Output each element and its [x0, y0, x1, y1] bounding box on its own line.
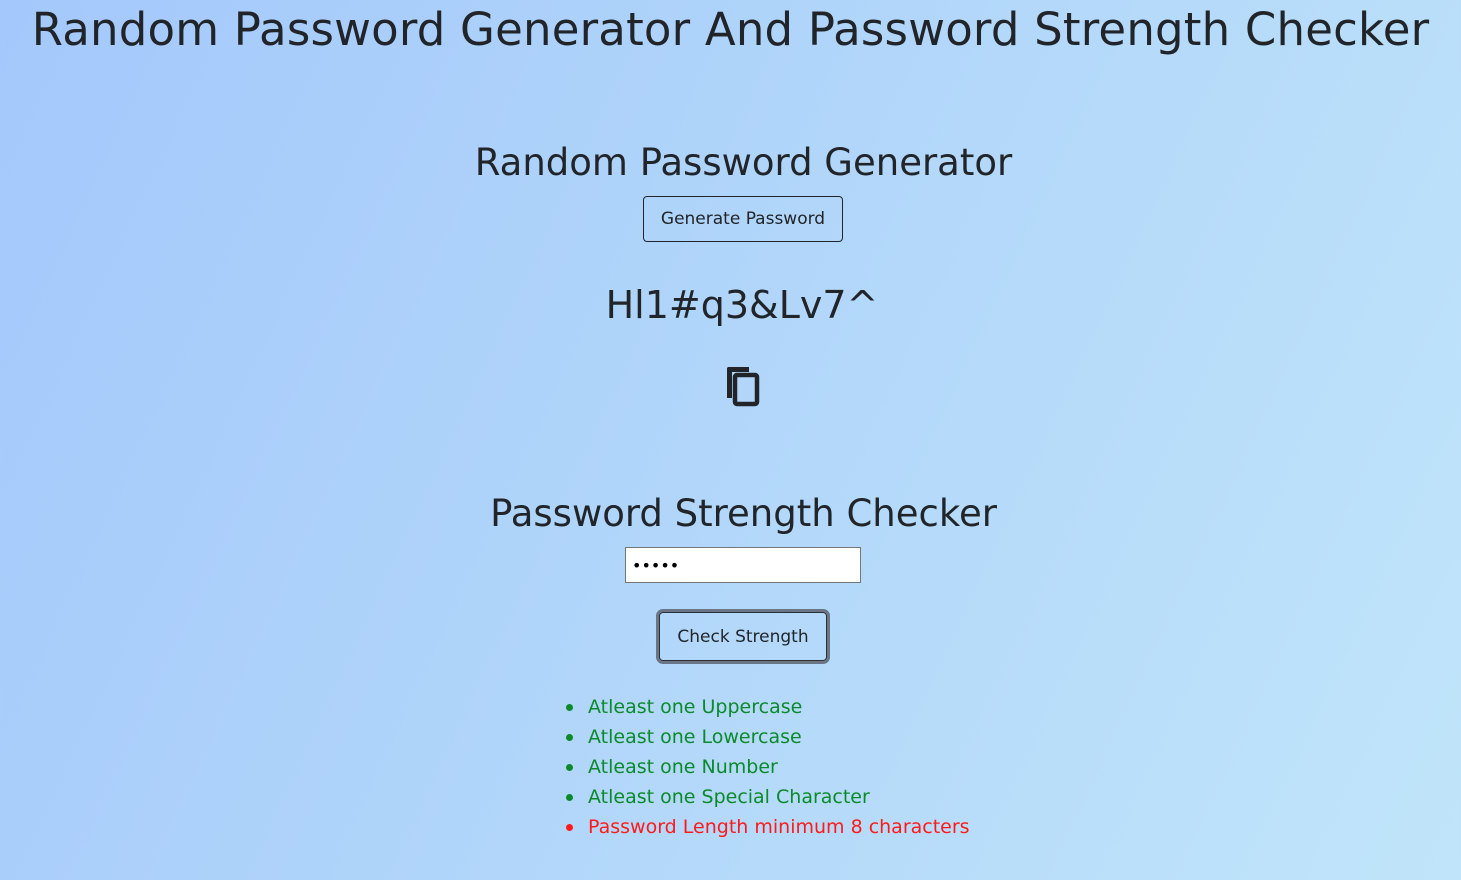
rule-label: Password Length minimum 8 characters	[588, 816, 970, 838]
generated-password: Hl1#q3&Lv7^	[605, 283, 879, 327]
rule-number: Atleast one Number	[566, 752, 970, 782]
bullet-icon	[566, 734, 573, 741]
bullet-icon	[566, 764, 573, 771]
page-title: Random Password Generator And Password S…	[31, 3, 1430, 56]
rule-min-length: Password Length minimum 8 characters	[566, 812, 970, 842]
generator-heading: Random Password Generator	[474, 141, 1013, 184]
rule-uppercase: Atleast one Uppercase	[566, 692, 970, 722]
rule-label: Atleast one Special Character	[588, 786, 870, 808]
bullet-icon	[566, 824, 573, 831]
checker-heading: Password Strength Checker	[490, 492, 997, 535]
rule-label: Atleast one Lowercase	[588, 726, 802, 748]
rule-label: Atleast one Uppercase	[588, 696, 803, 718]
strength-rules-list: Atleast one Uppercase Atleast one Lowerc…	[566, 692, 970, 842]
rule-label: Atleast one Number	[588, 756, 778, 778]
generate-password-button[interactable]: Generate Password	[643, 196, 843, 242]
copy-icon[interactable]	[722, 364, 762, 408]
rule-special-character: Atleast one Special Character	[566, 782, 970, 812]
check-strength-button[interactable]: Check Strength	[659, 612, 827, 661]
bullet-icon	[566, 794, 573, 801]
rule-lowercase: Atleast one Lowercase	[566, 722, 970, 752]
bullet-icon	[566, 704, 573, 711]
password-input[interactable]	[625, 547, 861, 583]
